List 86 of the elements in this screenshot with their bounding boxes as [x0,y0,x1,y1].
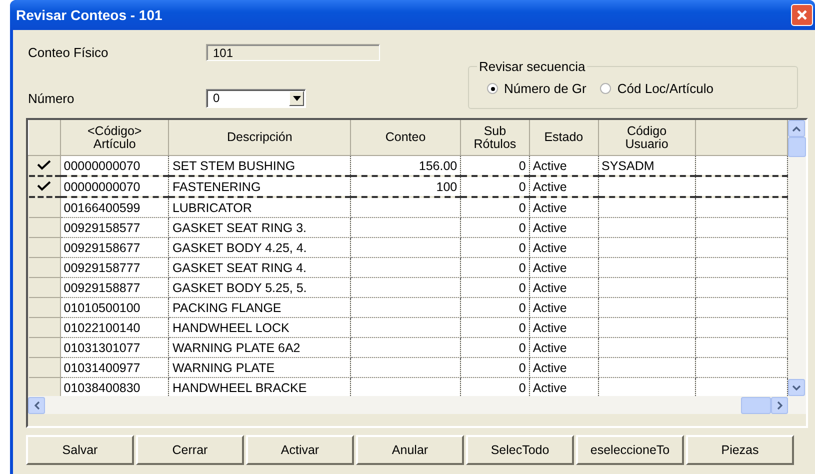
table-cell: 0 [460,238,530,258]
row-selector[interactable] [28,197,60,218]
table-cell: 00929158777 [60,258,169,278]
table-cell: SET STEM BUSHING [168,156,350,176]
table-cell: 0 [460,318,530,338]
action-button[interactable]: Salvar [26,435,134,465]
table-cell: HANDWHEEL BRACKE [168,378,350,396]
vertical-scrollbar[interactable] [788,120,806,396]
table-cell: Active [529,197,598,218]
table-cell: 0 [460,156,530,176]
table-cell: GASKET SEAT RING 3. [168,218,350,238]
table-cell: WARNING PLATE 6A2 [168,338,350,358]
action-button[interactable]: Anular [356,435,464,465]
table-cell: 00929158677 [60,238,169,258]
table-cell: GASKET SEAT RING 4. [168,258,350,278]
table-cell: Active [529,218,598,238]
table-cell: 0 [460,218,530,238]
table-cell: 01031400977 [60,358,169,378]
action-button[interactable]: Activar [246,435,354,465]
action-button[interactable]: Piezas [686,435,794,465]
row-selector[interactable] [28,176,60,197]
scroll-down-icon [792,384,801,390]
column-header[interactable]: Conteo [350,120,461,156]
table-cell: Active [529,176,598,197]
column-header[interactable]: Descripción [168,120,350,156]
row-selector[interactable] [28,156,60,176]
table-cell: 0 [460,378,530,396]
table-cell: 00000000070 [60,176,169,197]
scroll-right-icon [776,400,782,410]
scroll-left-icon [34,400,40,410]
action-button[interactable]: SelecTodo [466,435,574,465]
table-cell: 0 [460,258,530,278]
horizontal-scrollbar[interactable] [28,396,806,414]
table-cell: WARNING PLATE [168,358,350,378]
table-cell: 0 [460,197,530,218]
close-button[interactable] [791,4,813,26]
column-header[interactable]: <Código> Artículo [60,120,169,156]
table-cell: Active [529,378,598,396]
close-icon [796,9,808,21]
table-cell: 00166400599 [60,197,169,218]
table-cell: 0 [460,338,530,358]
numero-dropdown[interactable]: 0 [206,88,306,108]
table-cell: 01031301077 [60,338,169,358]
table-cell: 01010500100 [60,298,169,318]
scroll-thumb[interactable] [741,396,771,414]
table-cell: PACKING FLANGE [168,298,350,318]
scroll-up-icon [792,126,801,132]
table-cell: 0 [460,358,530,378]
table-cell: Active [529,238,598,258]
table-cell: 00000000070 [60,156,169,176]
table-cell: LUBRICATOR [168,197,350,218]
field-label: Conteo Físico [27,44,110,60]
dropdown-arrow-icon [292,96,300,100]
table-cell: FASTENERING [168,176,350,197]
column-header[interactable]: Sub Rótulos [460,120,530,156]
table-cell: Active [529,258,598,278]
column-header[interactable]: Estado [529,120,598,156]
table-cell: 01038400830 [60,378,169,396]
radio-option[interactable]: Cód Loc/Artículo [600,81,714,96]
window-title: Revisar Conteos - 101 [16,7,162,23]
table-cell: SYSADM [598,156,696,176]
table-cell: 01022100140 [60,318,169,338]
table-cell: HANDWHEEL LOCK [168,318,350,338]
action-button[interactable]: eseleccioneTo [576,435,684,465]
table-cell: Active [529,338,598,358]
column-header[interactable]: Código Usuario [598,120,696,156]
table-cell: GASKET BODY 4.25, 4. [168,238,350,258]
table-cell: GASKET BODY 5.25, 5. [168,278,350,298]
table-cell: 00929158577 [60,218,169,238]
table-cell: 100 [350,176,461,197]
field-label: Número [27,90,76,106]
table-cell: Active [529,278,598,298]
table-cell: 0 [460,278,530,298]
radio-option[interactable]: Número de Gr [487,81,586,96]
table-cell: 00929158877 [60,278,169,298]
conteo-field: 101 [206,44,380,60]
table-cell: 0 [460,176,530,197]
action-button[interactable]: Cerrar [136,435,244,465]
table-cell: Active [529,156,598,176]
table-cell: Active [529,298,598,318]
table-cell: 0 [460,298,530,318]
scroll-thumb[interactable] [788,137,806,157]
group-title: Revisar secuencia [477,59,588,74]
table-cell: Active [529,358,598,378]
table-cell: 156.00 [350,156,461,176]
table-cell: Active [529,318,598,338]
